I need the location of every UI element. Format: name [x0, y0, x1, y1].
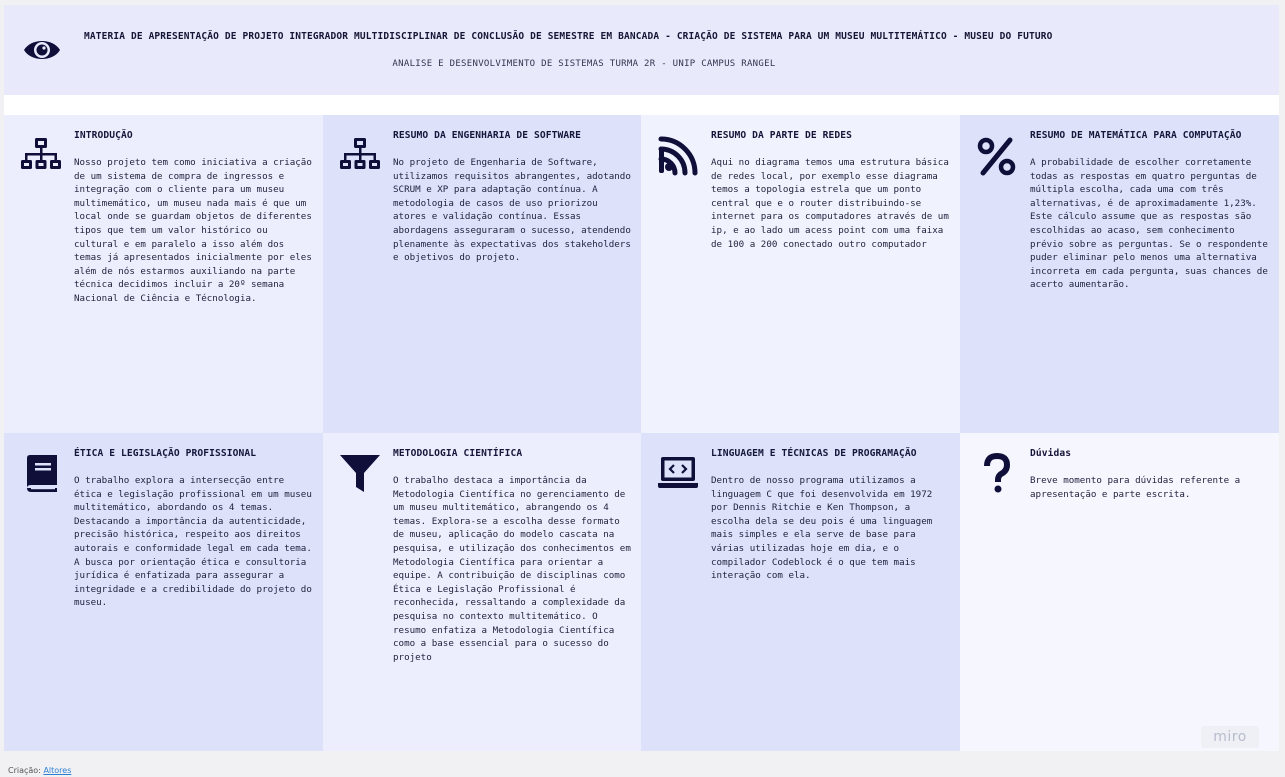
question-icon	[976, 453, 1018, 495]
page-title: MATERIA DE APRESENTAÇÃO DE PROJETO INTEG…	[84, 31, 1053, 42]
miro-watermark: miro	[1201, 726, 1259, 748]
card-matematica: RESUMO DE MATEMÁTICA PARA COMPUTAÇÃO A p…	[960, 115, 1279, 433]
card-duvidas: Dúvidas Breve momento para dúvidas refer…	[960, 433, 1279, 751]
percent-icon	[976, 135, 1018, 177]
sitemap-icon	[20, 135, 62, 177]
card-title: INTRODUÇÃO	[74, 130, 133, 141]
rss-icon	[657, 135, 699, 177]
card-title: RESUMO DA PARTE DE REDES	[711, 130, 853, 141]
laptop-code-icon	[657, 453, 699, 495]
card-introducao: INTRODUÇÃO Nosso projeto tem como inicia…	[4, 115, 323, 433]
card-title: RESUMO DA ENGENHARIA DE SOFTWARE	[393, 130, 582, 141]
card-body: Nosso projeto tem como iniciativa a cria…	[74, 157, 312, 304]
header: MATERIA DE APRESENTAÇÃO DE PROJETO INTEG…	[4, 5, 1279, 95]
card-body: A probabilidade de escolher corretamente…	[1030, 157, 1268, 291]
eye-icon	[22, 35, 62, 65]
cards-grid: INTRODUÇÃO Nosso projeto tem como inicia…	[4, 115, 1279, 751]
card-linguagem: LINGUAGEM E TÉCNICAS DE PROGRAMAÇÃO Dent…	[641, 433, 960, 751]
book-icon	[20, 453, 62, 495]
card-title: Dúvidas	[1030, 448, 1072, 459]
card-body: Dentro de nosso programa utilizamos a li…	[711, 475, 933, 582]
card-body: Breve momento para dúvidas referente a a…	[1030, 475, 1241, 500]
card-body: O trabalho destaca a importância da Meto…	[393, 475, 631, 663]
footer-credit: Criação: Altores	[8, 766, 71, 775]
card-title: METODOLOGIA CIENTÍFICA	[393, 448, 523, 459]
footer-prefix: Criação:	[8, 766, 41, 775]
card-title: RESUMO DE MATEMÁTICA PARA COMPUTAÇÃO	[1030, 130, 1242, 141]
card-title: ÉTICA E LEGISLAÇÃO PROFISSIONAL	[74, 448, 257, 459]
card-redes: RESUMO DA PARTE DE REDES Aqui no diagram…	[641, 115, 960, 433]
card-etica: ÉTICA E LEGISLAÇÃO PROFISSIONAL O trabal…	[4, 433, 323, 751]
author-link[interactable]: Altores	[43, 766, 71, 775]
filter-icon	[339, 453, 381, 495]
card-title: LINGUAGEM E TÉCNICAS DE PROGRAMAÇÃO	[711, 448, 917, 459]
card-metodologia: METODOLOGIA CIENTÍFICA O trabalho destac…	[323, 433, 641, 751]
page-subtitle: ANALISE E DESENVOLVIMENTO DE SISTEMAS TU…	[392, 59, 776, 69]
sitemap-icon	[339, 135, 381, 177]
card-body: No projeto de Engenharia de Software, ut…	[393, 157, 631, 264]
board: MATERIA DE APRESENTAÇÃO DE PROJETO INTEG…	[4, 5, 1279, 751]
card-engenharia-software: RESUMO DA ENGENHARIA DE SOFTWARE No proj…	[323, 115, 641, 433]
card-body: Aqui no diagrama temos uma estrutura bás…	[711, 157, 949, 250]
card-body: O trabalho explora a intersecção entre é…	[74, 475, 312, 609]
